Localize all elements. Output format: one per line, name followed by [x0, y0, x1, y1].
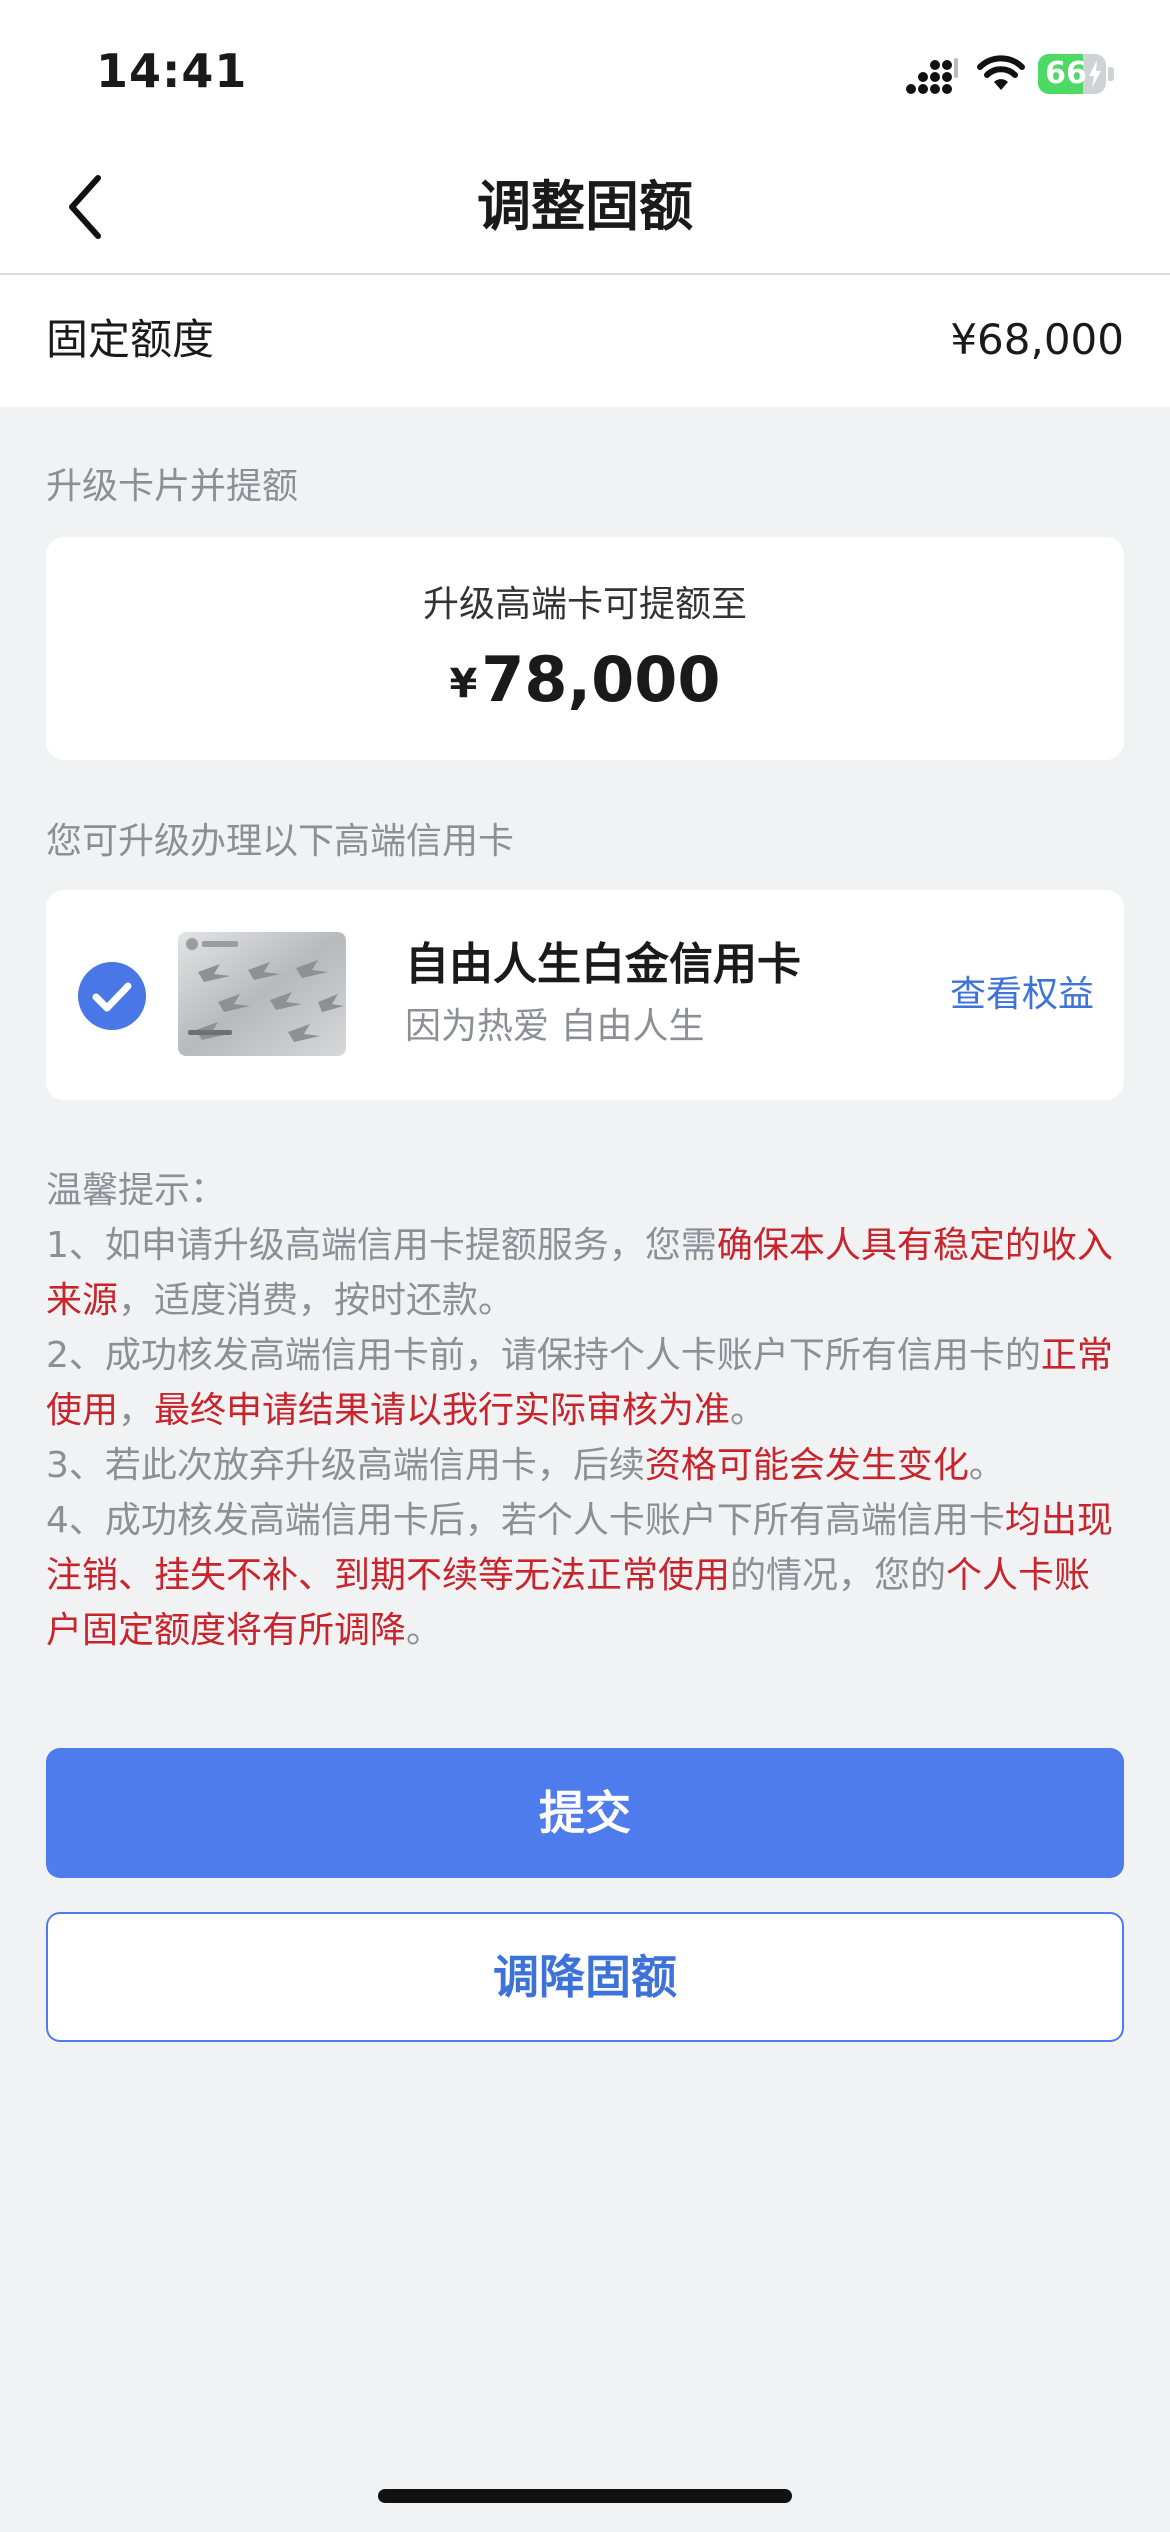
tip-text: 。: [406, 1610, 443, 1651]
upgrade-limit-amount: ¥78,000: [46, 640, 1124, 736]
wifi-icon: [977, 55, 1025, 90]
battery-charging-icon: 66: [1038, 54, 1114, 94]
tip-highlight: 最终申请结果请以我行实际审核为准: [154, 1390, 731, 1431]
credit-card-image: [178, 932, 346, 1056]
fixed-limit-value: ¥68,000: [950, 315, 1124, 364]
card-section-label: 您可升级办理以下高端信用卡: [46, 821, 515, 862]
lower-limit-button[interactable]: 调降固额: [46, 1912, 1124, 2042]
currency-symbol: ¥: [449, 661, 478, 707]
view-benefits-link[interactable]: 查看权益: [950, 970, 1094, 1020]
tip-text: 3、若此次放弃升级高端信用卡，后续: [46, 1445, 645, 1486]
credit-card-name: 自由人生白金信用卡: [405, 939, 801, 990]
tip-text: 2、成功核发高端信用卡前，请保持个人卡账户下所有信用卡的: [46, 1335, 1041, 1376]
tip-item: 2、成功核发高端信用卡前，请保持个人卡账户下所有信用卡的正常使用，最终申请结果请…: [46, 1328, 1126, 1438]
tip-text: ，: [118, 1390, 155, 1431]
page-title: 调整固额: [477, 175, 693, 238]
tip-item: 4、成功核发高端信用卡后，若个人卡账户下所有高端信用卡均出现注销、挂失不补、到期…: [46, 1493, 1126, 1658]
upgrade-section-label: 升级卡片并提额: [46, 466, 299, 507]
tip-text: 。: [968, 1445, 1005, 1486]
fixed-limit-label: 固定额度: [46, 315, 215, 364]
tip-text: 1、如申请升级高端信用卡提额服务，您需: [46, 1225, 717, 1266]
tip-text: 的情况，您的: [730, 1555, 947, 1596]
tips-section: 温馨提示： 1、如申请升级高端信用卡提额服务，您需确保本人具有稳定的收入来源，适…: [46, 1163, 1126, 1658]
tip-highlight: 资格可能会发生变化: [644, 1445, 969, 1486]
status-time: 14:41: [96, 44, 248, 98]
battery-level: 66: [1045, 56, 1087, 91]
upgrade-limit-text: 升级高端卡可提额至: [422, 584, 747, 625]
back-button[interactable]: [64, 172, 108, 242]
tips-list: 1、如申请升级高端信用卡提额服务，您需确保本人具有稳定的收入来源，适度消费，按时…: [46, 1218, 1126, 1658]
home-indicator: [378, 2489, 792, 2503]
tips-title: 温馨提示：: [46, 1170, 227, 1211]
amount-value: 78,000: [481, 643, 721, 716]
tip-text: ，适度消费，按时还款。: [118, 1280, 515, 1321]
tip-text: 4、成功核发高端信用卡后，若个人卡账户下所有高端信用卡: [46, 1500, 1005, 1541]
signal-icon: [906, 58, 958, 94]
tip-item: 1、如申请升级高端信用卡提额服务，您需确保本人具有稳定的收入来源，适度消费，按时…: [46, 1218, 1126, 1328]
checkmark-icon[interactable]: [78, 962, 146, 1030]
credit-card-slogan: 因为热爱 自由人生: [405, 1006, 705, 1047]
tip-item: 3、若此次放弃升级高端信用卡，后续资格可能会发生变化。: [46, 1438, 1126, 1493]
submit-button[interactable]: 提交: [46, 1748, 1124, 1878]
tip-text: 。: [730, 1390, 767, 1431]
